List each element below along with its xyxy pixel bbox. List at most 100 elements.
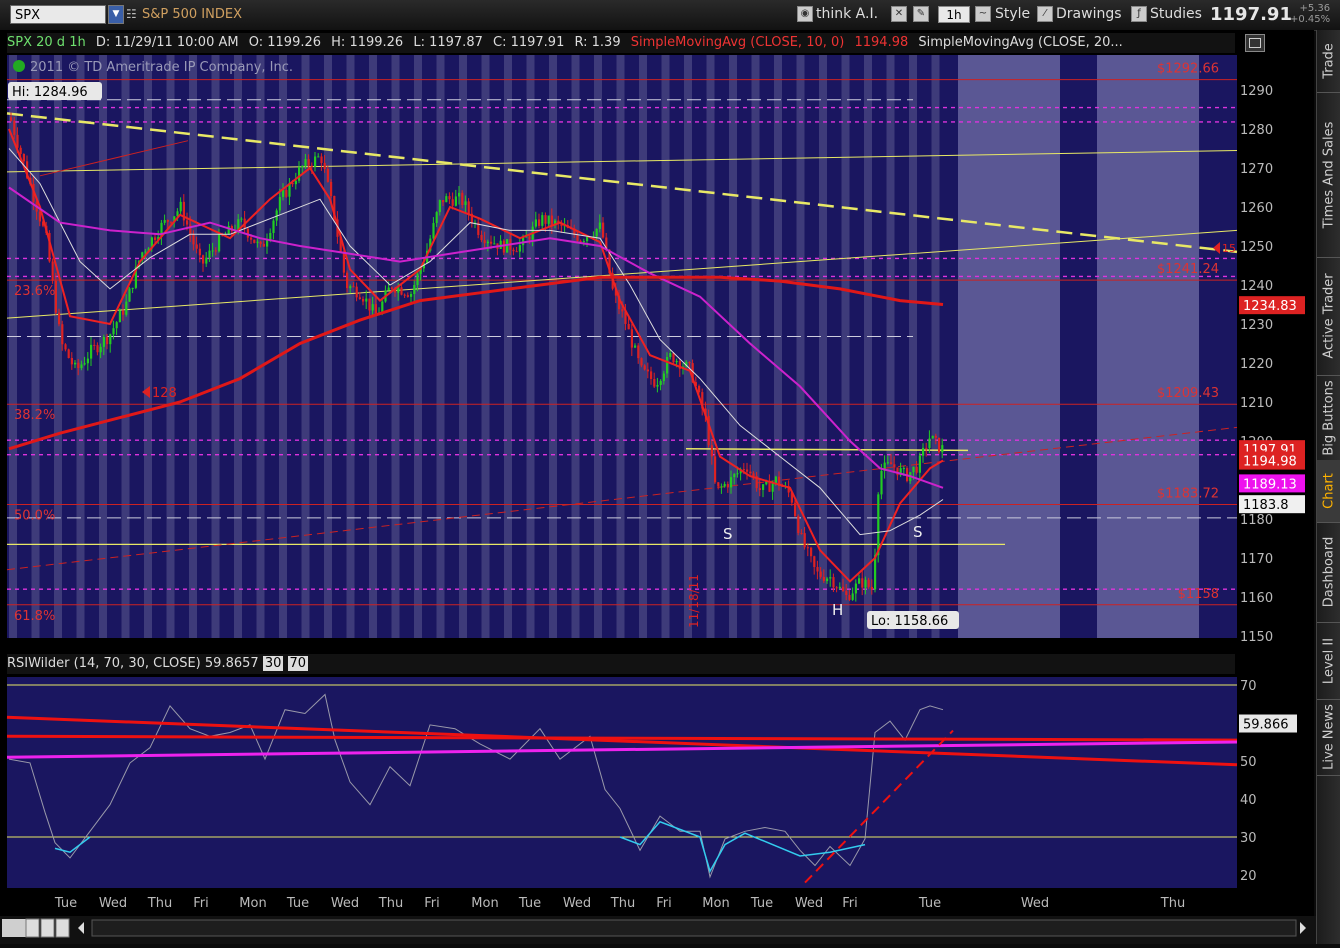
- side-tab-active-trader[interactable]: Active Trader: [1317, 257, 1340, 376]
- candle-body: [317, 156, 320, 158]
- candle-body: [656, 384, 659, 387]
- candle-body: [410, 293, 413, 297]
- candle-body: [877, 494, 880, 556]
- date-axis-label: Fri: [656, 896, 672, 911]
- bottom-controls-svg: [2, 918, 1306, 938]
- symbol-lookup-icon[interactable]: ☷: [126, 5, 140, 24]
- price-axis-label: 1240: [1240, 279, 1273, 294]
- session-stripe: [526, 55, 535, 638]
- studies-icon[interactable]: ƒ: [1131, 6, 1147, 22]
- candle-body: [211, 250, 214, 252]
- timeframe-button[interactable]: 1h: [938, 6, 970, 23]
- rsi-axis-bg: [1238, 672, 1313, 893]
- crosshair-icon[interactable]: ✕: [891, 6, 907, 22]
- zoom-in-icon[interactable]: [25, 918, 40, 938]
- candle-body: [502, 240, 505, 253]
- bottom-scroll-bar: [0, 916, 1316, 944]
- rsi-axis-label: 20: [1240, 869, 1257, 884]
- price-axis-label: 1150: [1240, 630, 1273, 645]
- info-sma20: SimpleMovingAvg (CLOSE, 20...: [918, 35, 1123, 50]
- side-tab-level-ii[interactable]: Level II: [1317, 622, 1340, 700]
- price-tag-label: 1234.83: [1243, 299, 1297, 314]
- rsi-axis-label: 30: [1240, 831, 1257, 846]
- candle-body: [595, 228, 598, 237]
- side-tab-chart[interactable]: Chart: [1317, 460, 1340, 523]
- style-icon[interactable]: ~: [975, 6, 991, 22]
- think-ai-icon[interactable]: ◉: [797, 6, 813, 22]
- price-axis-label: 1260: [1240, 201, 1273, 216]
- price-axis-label: 1280: [1240, 123, 1273, 138]
- think-ai-button[interactable]: think A.I.: [816, 5, 878, 24]
- pencil-icon[interactable]: ✎: [913, 6, 929, 22]
- candle-body: [461, 192, 464, 206]
- drawings-icon[interactable]: ⁄: [1037, 6, 1053, 22]
- candle-body: [298, 167, 301, 181]
- session-stripe: [594, 55, 602, 638]
- candle-body: [259, 241, 262, 244]
- candle-body: [528, 236, 531, 240]
- candle-body: [70, 358, 73, 365]
- candle-body: [819, 571, 822, 577]
- candle-body: [822, 576, 825, 582]
- price-axis-label: 1250: [1240, 240, 1273, 255]
- candle-body: [845, 591, 848, 596]
- side-tab-big-buttons[interactable]: Big Buttons: [1317, 375, 1340, 461]
- side-tab-live-news[interactable]: Live News: [1317, 699, 1340, 776]
- candle-body: [774, 476, 777, 484]
- price-axis-label: 1290: [1240, 84, 1273, 99]
- fib-price-label: $1241.24: [1157, 262, 1219, 277]
- scroll-left-icon[interactable]: [78, 922, 84, 934]
- zoom-fit-icon[interactable]: [55, 918, 70, 938]
- collapse-icon[interactable]: [2, 919, 26, 937]
- candle-body: [902, 468, 905, 470]
- candle-body: [602, 222, 605, 238]
- studies-button[interactable]: Studies: [1150, 5, 1202, 24]
- candle-body: [762, 484, 765, 490]
- side-tab-times-and-sales[interactable]: Times And Sales: [1317, 92, 1340, 258]
- copyright-watermark: 2011 © TD Ameritrade IP Company, Inc.: [30, 60, 293, 75]
- symbol-dropdown-icon[interactable]: ▼: [108, 5, 124, 24]
- candle-body: [928, 438, 931, 449]
- candle-body: [688, 361, 691, 364]
- session-stripe: [324, 55, 332, 638]
- chart-settings-icon[interactable]: [1245, 34, 1265, 52]
- info-date: D: 11/29/11 10:00 AM: [95, 35, 239, 50]
- fib-level-label: 50.0%: [14, 508, 55, 523]
- candle-body: [464, 201, 467, 206]
- side-tab-dashboard[interactable]: Dashboard: [1317, 522, 1340, 623]
- candle-body: [246, 228, 249, 238]
- scroll-right-icon[interactable]: [1300, 922, 1306, 934]
- session-stripe: [391, 55, 400, 638]
- drawings-button[interactable]: Drawings: [1056, 5, 1122, 24]
- rsi-info-bar: RSIWilder (14, 70, 30, CLOSE) 59.8657 30…: [7, 654, 1235, 674]
- candle-body: [867, 579, 870, 587]
- candle-body: [746, 469, 749, 472]
- candle-body: [202, 255, 205, 264]
- candle-body: [736, 473, 739, 475]
- candle-body: [880, 470, 883, 495]
- date-axis-label: Wed: [563, 896, 591, 911]
- candle-body: [938, 437, 941, 453]
- zoom-out-icon[interactable]: [40, 918, 55, 938]
- candle-body: [362, 298, 365, 302]
- session-stripe: [459, 55, 467, 638]
- scroll-track[interactable]: [91, 919, 1297, 937]
- candle-body: [550, 215, 553, 226]
- style-button[interactable]: Style: [995, 5, 1030, 24]
- side-tab-trade[interactable]: Trade: [1317, 30, 1340, 93]
- candle-body: [490, 241, 493, 244]
- candle-body: [144, 251, 147, 253]
- candle-body: [269, 233, 272, 240]
- candle-body: [80, 364, 83, 368]
- candle-body: [61, 324, 64, 345]
- symbol-description: S&P 500 INDEX: [142, 7, 242, 22]
- session-stripe: [684, 55, 692, 638]
- price-chart-svg[interactable]: 1290128012701260125012401230122012101200…: [0, 30, 1314, 916]
- session-stripe: [31, 55, 40, 638]
- date-axis-label: Wed: [331, 896, 359, 911]
- hi-label: Hi: 1284.96: [12, 85, 88, 100]
- candle-body: [13, 120, 16, 135]
- candle-body: [442, 200, 445, 203]
- symbol-input[interactable]: SPX: [10, 5, 106, 24]
- chart-area[interactable]: 1290128012701260125012401230122012101200…: [0, 30, 1314, 916]
